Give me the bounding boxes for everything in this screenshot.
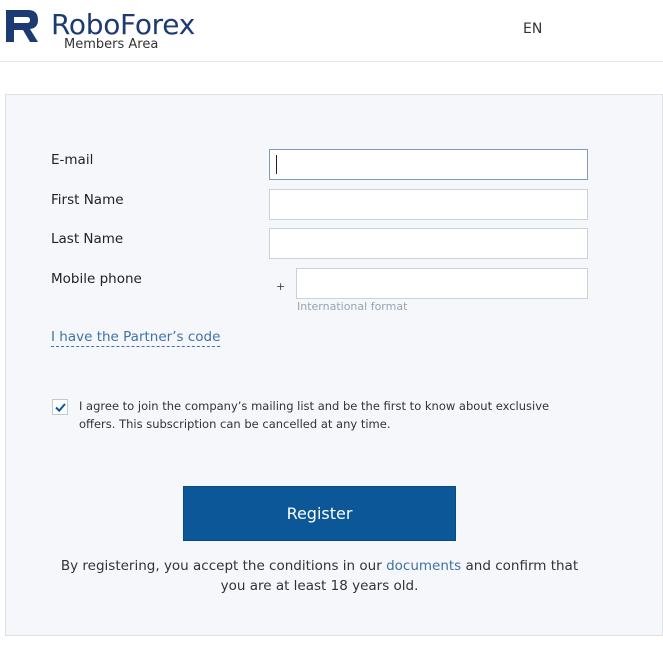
mailing-list-consent-text: I agree to join the company’s mailing li… [79,399,550,431]
first-name-field[interactable] [269,189,588,220]
text-caret [276,155,277,174]
partner-code-link[interactable]: I have the Partner’s code [51,329,221,347]
terms-notice: By registering, you accept the condition… [55,556,584,596]
phone-prefix: + [276,280,286,293]
mailing-list-checkbox[interactable] [52,399,68,415]
email-field[interactable] [269,149,588,180]
terms-text-before: By registering, you accept the condition… [60,558,387,574]
last-name-label: Last Name [51,231,124,247]
first-name-label: First Name [51,192,124,208]
mobile-phone-field[interactable] [296,268,588,299]
last-name-field[interactable] [269,228,588,259]
language-selector[interactable]: EN [523,21,542,37]
checkmark-icon [55,403,66,413]
mobile-phone-label: Mobile phone [51,271,142,287]
members-area-subtitle: Members Area [64,37,159,52]
phone-format-hint: International format [297,300,408,313]
email-label: E-mail [51,152,94,168]
roboforex-r-logo-icon [6,10,38,42]
register-button[interactable]: Register [183,486,456,541]
documents-link[interactable]: documents [386,558,461,574]
header: RoboForex Members Area EN [0,0,663,62]
logo[interactable]: RoboForex Members Area [6,8,206,52]
